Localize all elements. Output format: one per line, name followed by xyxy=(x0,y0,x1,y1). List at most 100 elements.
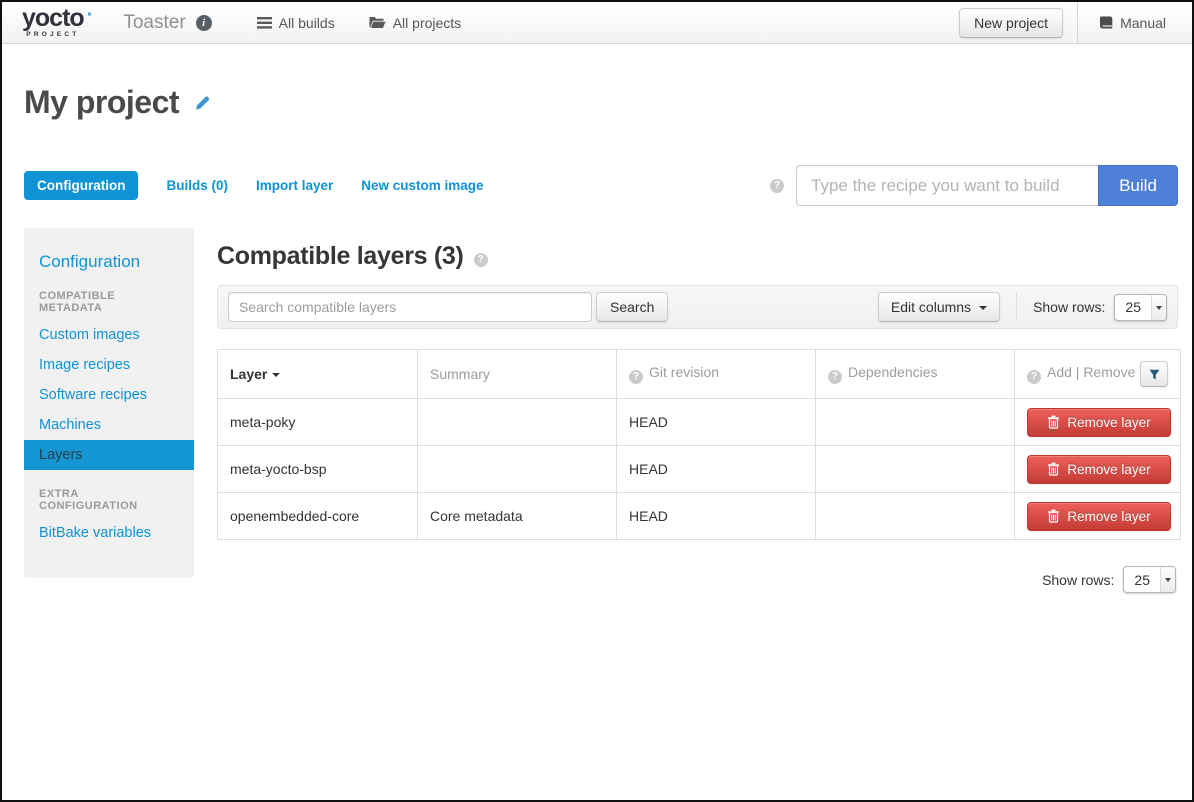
main-panel: Compatible layers (3) ? Search Edit colu… xyxy=(194,228,1178,593)
tab-import-layer[interactable]: Import layer xyxy=(256,178,333,193)
sidebar-item-layers[interactable]: Layers xyxy=(24,440,194,470)
cell-git-revision: HEAD xyxy=(617,399,816,446)
show-rows-value: 25 xyxy=(1115,295,1151,320)
trash-icon xyxy=(1047,462,1060,476)
edit-project-name-icon[interactable] xyxy=(193,94,211,112)
add-remove-help-icon[interactable]: ? xyxy=(1027,370,1041,384)
cell-dependencies xyxy=(816,493,1015,540)
cell-summary xyxy=(418,399,617,446)
remove-layer-label: Remove layer xyxy=(1067,415,1150,430)
show-rows-label-bottom: Show rows: xyxy=(1042,572,1114,588)
select-arrow-icon xyxy=(1160,567,1175,592)
table-row: meta-yocto-bsp HEAD Remove layer xyxy=(218,446,1181,493)
cell-dependencies xyxy=(816,446,1015,493)
git-revision-help-icon[interactable]: ? xyxy=(629,370,643,384)
main-heading-row: Compatible layers (3) ? xyxy=(217,242,1178,271)
page-content: My project Configuration Builds (0) Impo… xyxy=(2,84,1192,593)
show-rows-select[interactable]: 25 xyxy=(1114,294,1167,321)
filter-funnel-icon xyxy=(1149,369,1160,380)
sidebar-item-software-recipes[interactable]: Software recipes xyxy=(24,380,194,410)
config-sidebar: Configuration COMPATIBLE METADATA Custom… xyxy=(24,228,194,578)
new-project-button[interactable]: New project xyxy=(959,8,1063,38)
list-icon xyxy=(257,17,272,29)
page-title: My project xyxy=(24,84,179,121)
column-header-add-remove: ?Add | Remove xyxy=(1015,350,1181,399)
cell-dependencies xyxy=(816,399,1015,446)
cell-summary: Core metadata xyxy=(418,493,617,540)
column-header-summary: Summary xyxy=(418,350,617,399)
folder-open-icon xyxy=(369,16,386,29)
filter-button[interactable] xyxy=(1140,361,1168,387)
build-help-icon[interactable]: ? xyxy=(770,179,784,193)
brand-name: yocto xyxy=(22,6,84,31)
cell-layer-name: openembedded-core xyxy=(218,493,418,540)
sidebar-item-configuration[interactable]: Configuration xyxy=(24,252,194,272)
trash-icon xyxy=(1047,509,1060,523)
sidebar-item-custom-images[interactable]: Custom images xyxy=(24,320,194,350)
book-icon xyxy=(1098,16,1113,29)
page-section-title: Compatible layers (3) xyxy=(217,242,464,271)
compatible-layers-table: Layer Summary ?Git revision ?Dependencie… xyxy=(217,349,1181,540)
manual-label: Manual xyxy=(1120,15,1166,31)
compatible-layers-help-icon[interactable]: ? xyxy=(474,253,488,267)
brand-dot-icon: · xyxy=(87,4,94,27)
sidebar-item-image-recipes[interactable]: Image recipes xyxy=(24,350,194,380)
table-header-row: Layer Summary ?Git revision ?Dependencie… xyxy=(218,350,1181,399)
tab-builds[interactable]: Builds (0) xyxy=(166,178,228,193)
table-row: meta-poky HEAD Remove layer xyxy=(218,399,1181,446)
search-input[interactable] xyxy=(228,292,592,322)
edit-columns-button[interactable]: Edit columns xyxy=(878,292,1000,322)
trash-icon xyxy=(1047,415,1060,429)
build-recipe-input[interactable] xyxy=(796,165,1098,206)
brand-sub: PROJECT xyxy=(26,32,79,39)
build-button[interactable]: Build xyxy=(1098,165,1178,206)
remove-layer-button[interactable]: Remove layer xyxy=(1027,502,1171,531)
app-title: Toaster xyxy=(123,12,185,34)
tab-new-custom-image[interactable]: New custom image xyxy=(361,178,483,193)
remove-layer-button[interactable]: Remove layer xyxy=(1027,408,1171,437)
navbar-links: All builds All projects xyxy=(257,15,462,31)
chevron-down-icon xyxy=(979,306,987,310)
table-toolbar: Search Edit columns Show rows: 25 xyxy=(217,285,1178,329)
table-row: openembedded-core Core metadata HEAD Rem… xyxy=(218,493,1181,540)
sort-caret-icon xyxy=(272,373,280,377)
show-rows-select-bottom[interactable]: 25 xyxy=(1123,566,1176,593)
cell-layer-name: meta-poky xyxy=(218,399,418,446)
sidebar-heading-compatible-metadata: COMPATIBLE METADATA xyxy=(24,290,194,314)
table-footer: Show rows: 25 xyxy=(217,566,1178,593)
cell-layer-name: meta-yocto-bsp xyxy=(218,446,418,493)
top-navbar: yocto PROJECT · Toaster i All builds All… xyxy=(2,2,1192,44)
show-rows-value-bottom: 25 xyxy=(1124,567,1160,592)
yocto-logo[interactable]: yocto PROJECT · xyxy=(22,6,93,39)
remove-layer-button[interactable]: Remove layer xyxy=(1027,455,1171,484)
info-icon[interactable]: i xyxy=(196,15,212,31)
edit-columns-label: Edit columns xyxy=(891,299,971,315)
remove-layer-label: Remove layer xyxy=(1067,462,1150,477)
nav-all-builds-label: All builds xyxy=(279,15,335,31)
nav-all-projects[interactable]: All projects xyxy=(369,15,461,31)
build-form: ? Build xyxy=(770,165,1178,206)
toaster-window: yocto PROJECT · Toaster i All builds All… xyxy=(0,0,1194,802)
search-button[interactable]: Search xyxy=(596,292,668,322)
tab-configuration[interactable]: Configuration xyxy=(24,171,138,200)
remove-layer-label: Remove layer xyxy=(1067,509,1150,524)
cell-git-revision: HEAD xyxy=(617,446,816,493)
show-rows-label: Show rows: xyxy=(1033,299,1105,315)
column-header-dependencies: ?Dependencies xyxy=(816,350,1015,399)
dependencies-help-icon[interactable]: ? xyxy=(828,370,842,384)
nav-all-builds[interactable]: All builds xyxy=(257,15,335,31)
manual-link[interactable]: Manual xyxy=(1078,15,1192,31)
sidebar-item-bitbake-variables[interactable]: BitBake variables xyxy=(24,518,194,548)
sidebar-heading-extra-configuration: EXTRA CONFIGURATION xyxy=(24,488,194,512)
page-title-row: My project xyxy=(24,84,1178,121)
select-arrow-icon xyxy=(1151,295,1166,320)
nav-all-projects-label: All projects xyxy=(393,15,461,31)
project-tabs-row: Configuration Builds (0) Import layer Ne… xyxy=(24,165,1178,206)
toolbar-divider xyxy=(1016,293,1017,321)
navbar-right: New project Manual xyxy=(959,2,1192,43)
column-header-layer[interactable]: Layer xyxy=(218,350,418,399)
sidebar-item-machines[interactable]: Machines xyxy=(24,410,194,440)
column-header-git-revision: ?Git revision xyxy=(617,350,816,399)
cell-summary xyxy=(418,446,617,493)
content-columns: Configuration COMPATIBLE METADATA Custom… xyxy=(24,228,1178,593)
